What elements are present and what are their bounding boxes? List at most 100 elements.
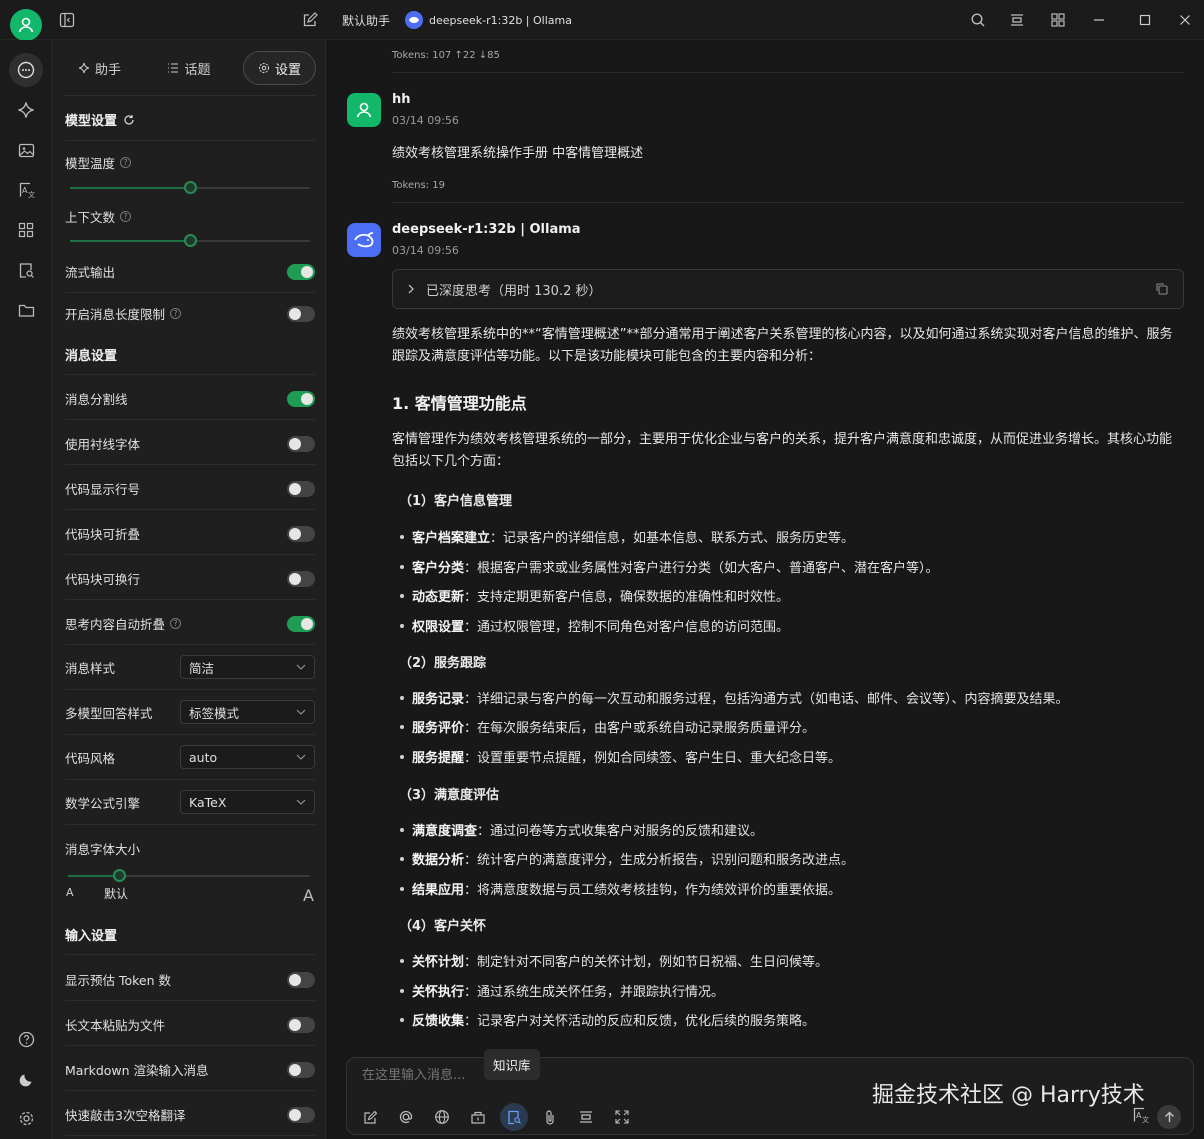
input-settings-title: 输入设置 [65, 929, 118, 944]
message-input[interactable] [362, 1068, 762, 1083]
temperature-knob[interactable] [184, 181, 197, 194]
help-circle-icon[interactable]: ? [170, 618, 182, 629]
code-wrap-toggle[interactable] [287, 570, 315, 587]
show-tokens-toggle[interactable] [287, 971, 315, 988]
panel-tabs: 助手 话题 设置 [64, 50, 316, 86]
chat-icon[interactable] [9, 53, 43, 87]
code-style-row: 代码风格 auto [65, 745, 315, 769]
minimize-icon[interactable] [1089, 10, 1109, 30]
font-size-fill [68, 875, 118, 877]
triple-space-toggle[interactable] [287, 1106, 315, 1123]
font-large-label: A [303, 886, 314, 905]
tab-assistant[interactable]: 助手 [64, 51, 135, 85]
code-style-select[interactable]: auto [180, 745, 315, 769]
deepseek-logo-icon [405, 11, 423, 29]
markdown-input-row: Markdown 渲染输入消息 [65, 1060, 315, 1079]
deepseek-avatar [347, 223, 381, 257]
context-knob[interactable] [184, 234, 197, 247]
theme-moon-icon[interactable] [9, 1062, 43, 1096]
new-chat-icon[interactable] [300, 10, 320, 30]
stream-toggle[interactable] [287, 263, 315, 280]
reset-icon[interactable] [123, 114, 135, 126]
tab-settings-label: 设置 [274, 62, 301, 78]
user-avatar[interactable] [10, 9, 42, 41]
list-item: 权限设置 ：通过权限管理，控制不同角色对客户信息的访问范围。 [400, 616, 789, 635]
translate-icon[interactable]: A文 [9, 173, 43, 207]
list-item: 反馈收集 ：记录客户对关怀活动的反应和反馈，优化后续的服务策略。 [400, 1010, 815, 1029]
code-wrap-label: 代码块可换行 [65, 572, 141, 587]
tab-settings[interactable]: 设置 [242, 51, 316, 85]
thinking-block[interactable]: 已深度思考（用时 130.2 秒） [392, 269, 1184, 309]
list-item: 动态更新 ：支持定期更新客户信息，确保数据的准确性和时效性。 [400, 586, 789, 605]
length-limit-row: 开启消息长度限制? [65, 304, 315, 323]
intro-paragraph: 绩效考核管理系统中的**“客情管理概述”**部分通常用于阐述客户关系管理的核心内… [392, 327, 1173, 364]
temperature-slider[interactable] [70, 181, 310, 194]
attachment-paperclip-icon[interactable] [541, 1108, 559, 1126]
code-collapse-label: 代码块可折叠 [65, 527, 141, 542]
code-line-numbers-toggle[interactable] [287, 480, 315, 497]
knowledge-search-icon[interactable] [9, 253, 43, 287]
model-selector[interactable]: deepseek-r1:32b | Ollama [405, 11, 572, 29]
multi-model-value: 标签模式 [189, 705, 240, 721]
serif-font-label: 使用衬线字体 [65, 437, 141, 452]
multi-model-select[interactable]: 标签模式 [180, 700, 315, 724]
help-circle-icon[interactable]: ? [120, 211, 132, 222]
apps-icon[interactable] [9, 213, 43, 247]
msg-divider-toggle[interactable] [287, 390, 315, 407]
close-icon[interactable] [1175, 10, 1195, 30]
maximize-icon[interactable] [1135, 10, 1155, 30]
help-circle-icon[interactable]: ? [120, 157, 132, 168]
multi-model-row: 多模型回答样式 标签模式 [65, 700, 315, 724]
list-item: 服务记录 ：详细记录与客户的每一次互动和服务过程，包括沟通方式（如电话、邮件、会议… [400, 688, 1069, 707]
web-search-globe-icon[interactable] [433, 1108, 451, 1126]
toggle-sidebar-icon[interactable] [57, 10, 77, 30]
font-size-slider[interactable] [68, 869, 310, 882]
mention-at-icon[interactable] [397, 1108, 415, 1126]
sparkle-agents-icon[interactable] [9, 93, 43, 127]
clear-context-icon[interactable] [577, 1108, 595, 1126]
send-button[interactable] [1157, 1105, 1181, 1129]
show-tokens-row: 显示预估 Token 数 [65, 970, 315, 989]
font-size-knob[interactable] [113, 869, 126, 882]
markdown-input-toggle[interactable] [287, 1061, 315, 1078]
math-engine-select[interactable]: KaTeX [180, 790, 315, 814]
whale-icon [354, 232, 374, 248]
folder-icon[interactable] [9, 293, 43, 327]
apps-grid-icon[interactable] [1048, 10, 1068, 30]
msg-divider-label: 消息分割线 [65, 392, 128, 407]
length-limit-toggle[interactable] [287, 305, 315, 322]
help-icon[interactable] [9, 1022, 43, 1056]
list-item: 客户档案建立 ：记录客户的详细信息，如基本信息、联系方式、服务历史等。 [400, 527, 854, 546]
token-count: Tokens: 107 ↑22 ↓85 [392, 50, 500, 61]
serif-font-toggle[interactable] [287, 435, 315, 452]
mcp-tools-icon[interactable] [469, 1108, 487, 1126]
svg-text:文: 文 [1142, 1115, 1149, 1124]
model-settings-header: 模型设置 [65, 110, 315, 129]
knowledge-base-icon[interactable] [500, 1103, 528, 1131]
msg-style-select[interactable]: 简洁 [180, 655, 315, 679]
layout-icon[interactable] [1007, 10, 1027, 30]
user-token-count: Tokens: 19 [392, 180, 445, 191]
new-topic-icon[interactable] [361, 1108, 379, 1126]
list-item: 服务评价 ：在每次服务结束后，由客户或系统自动记录服务质量评分。 [400, 717, 815, 736]
code-collapse-toggle[interactable] [287, 525, 315, 542]
message-settings-header: 消息设置 [65, 345, 315, 364]
think-collapse-label: 思考内容自动折叠 [65, 617, 166, 632]
think-collapse-toggle[interactable] [287, 615, 315, 632]
gear-small-icon [258, 63, 269, 73]
assistant-time: 03/14 09:56 [392, 244, 459, 257]
copy-icon[interactable] [1155, 282, 1169, 296]
font-small-label: A [66, 886, 74, 899]
gear-icon[interactable] [9, 1101, 43, 1135]
context-slider[interactable] [70, 234, 310, 247]
image-icon[interactable] [9, 133, 43, 167]
expand-icon[interactable] [613, 1108, 631, 1126]
tab-topics[interactable]: 话题 [153, 51, 224, 85]
thinking-label: 已深度思考（用时 130.2 秒） [426, 283, 602, 299]
help-circle-icon[interactable]: ? [170, 308, 182, 319]
chevron-down-icon [296, 709, 306, 715]
msg-style-label: 消息样式 [65, 660, 116, 676]
search-icon[interactable] [968, 10, 988, 30]
paste-file-toggle[interactable] [287, 1016, 315, 1033]
watermark: 掘金技术社区 @ Harry技术 [872, 1083, 1145, 1108]
